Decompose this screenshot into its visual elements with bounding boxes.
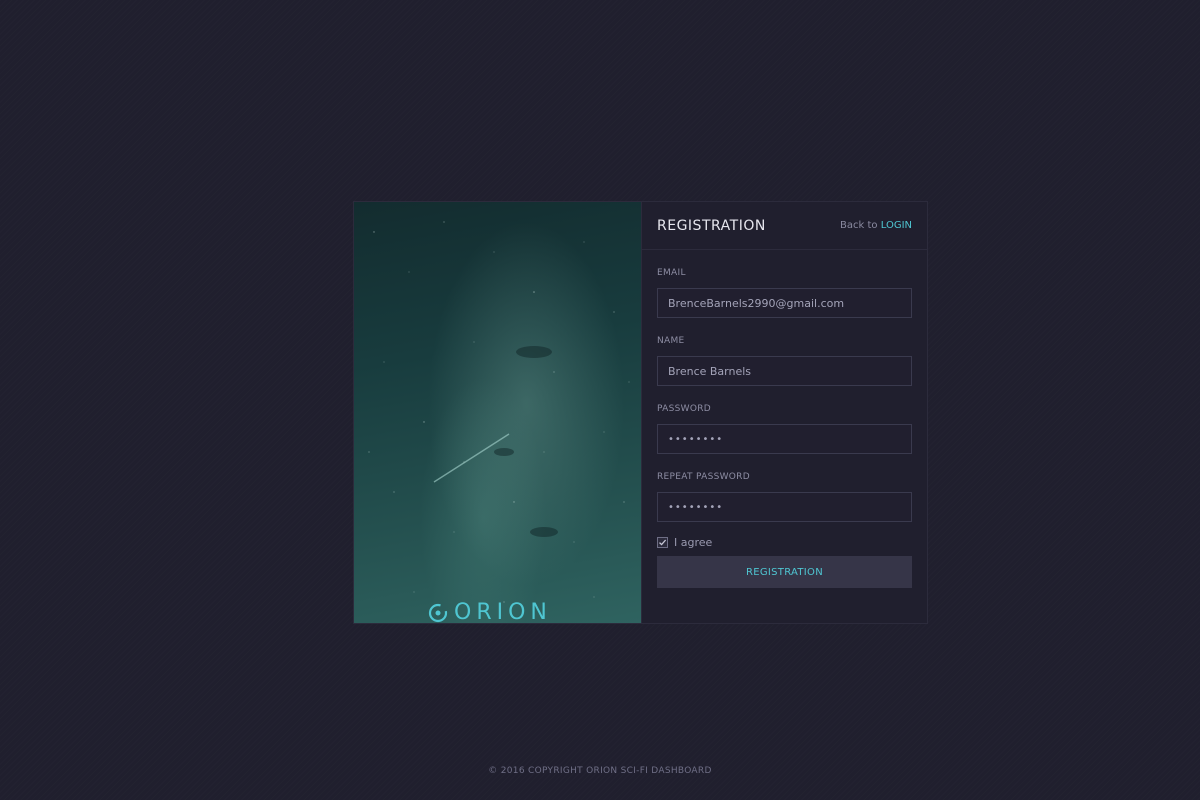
password-label: PASSWORD (657, 404, 712, 414)
orion-ring-icon (428, 603, 448, 622)
registration-card: ORION REGISTRATION Back to LOGIN EMAIL B… (353, 201, 928, 624)
form-title: REGISTRATION (657, 217, 766, 234)
name-label: NAME (657, 336, 685, 346)
back-prefix: Back to (840, 220, 881, 231)
repeat-password-field[interactable]: •••••••• (657, 492, 912, 522)
registration-form: REGISTRATION Back to LOGIN EMAIL BrenceB… (641, 202, 927, 623)
orion-logo: ORION (428, 600, 552, 623)
check-icon (659, 539, 667, 546)
password-field[interactable]: •••••••• (657, 424, 912, 454)
agree-row: I agree (657, 535, 912, 549)
back-to-login: Back to LOGIN (840, 220, 912, 231)
login-link[interactable]: LOGIN (881, 220, 912, 231)
registration-button[interactable]: REGISTRATION (657, 556, 912, 588)
form-body: EMAIL BrenceBarnels2990@gmail.com NAME B… (642, 268, 927, 588)
agree-label: I agree (674, 535, 713, 549)
agree-checkbox[interactable] (657, 536, 668, 548)
name-field[interactable]: Brence Barnels (657, 356, 912, 386)
hero-image-panel: ORION (354, 202, 641, 623)
starfield-background (368, 221, 630, 603)
form-header: REGISTRATION Back to LOGIN (642, 202, 927, 250)
repeat-password-label: REPEAT PASSWORD (657, 472, 750, 482)
shooting-star (433, 433, 510, 483)
footer-copyright: © 2016 COPYRIGHT ORION SCI-FI DASHBOARD (488, 766, 712, 776)
email-label: EMAIL (657, 268, 686, 278)
logo-text: ORION (454, 600, 552, 623)
email-field[interactable]: BrenceBarnels2990@gmail.com (657, 288, 912, 318)
